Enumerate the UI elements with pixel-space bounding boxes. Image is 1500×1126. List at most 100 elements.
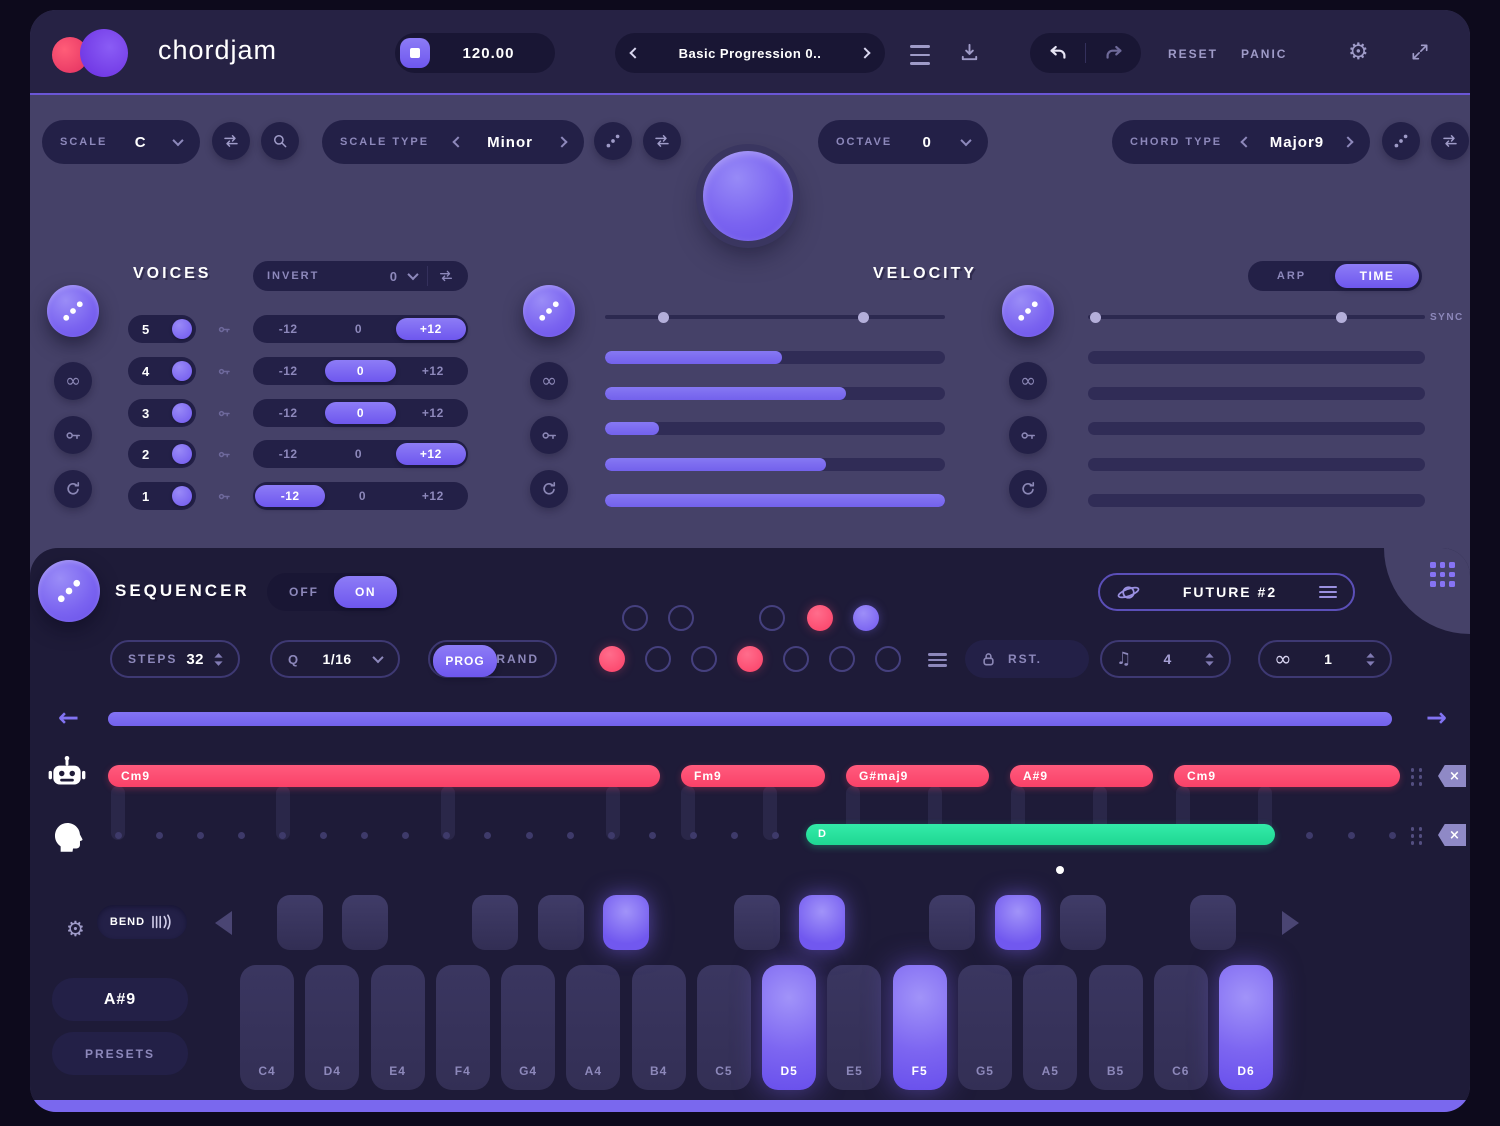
white-key-A5[interactable]: A5 bbox=[1023, 965, 1077, 1090]
octave-selector[interactable]: OCTAVE 0 bbox=[818, 120, 988, 164]
white-key-E4[interactable]: E4 bbox=[371, 965, 425, 1090]
chord-block-2[interactable]: Fm9 bbox=[681, 765, 825, 787]
menu-icon[interactable] bbox=[910, 42, 930, 68]
redo-icon[interactable] bbox=[1086, 42, 1141, 64]
white-key-D6[interactable]: D6 bbox=[1219, 965, 1273, 1090]
stepper-arrows-icon[interactable] bbox=[213, 652, 224, 667]
pattern-slot-row1-5[interactable] bbox=[853, 605, 879, 631]
white-key-B4[interactable]: B4 bbox=[632, 965, 686, 1090]
voice-5-link-icon[interactable] bbox=[214, 319, 234, 339]
black-key-D#5[interactable] bbox=[799, 895, 845, 950]
time-range-slider[interactable] bbox=[1088, 315, 1425, 319]
chord-type-next-icon[interactable] bbox=[1342, 136, 1353, 147]
white-key-F4[interactable]: F4 bbox=[436, 965, 490, 1090]
voice-2-toggle[interactable]: 2 bbox=[128, 440, 196, 468]
note-lane-drag-handle[interactable] bbox=[1410, 826, 1423, 846]
chevron-down-icon[interactable] bbox=[960, 135, 971, 146]
chord-type-dice-button[interactable] bbox=[1382, 122, 1420, 160]
voice-5-transpose-option[interactable]: +12 bbox=[396, 318, 466, 340]
time-option[interactable]: TIME bbox=[1335, 264, 1419, 288]
scale-swap-button[interactable] bbox=[212, 122, 250, 160]
stop-button[interactable] bbox=[400, 38, 430, 68]
reset-lock-button[interactable]: RST. bbox=[965, 640, 1089, 678]
time-bar-5[interactable] bbox=[1088, 494, 1425, 507]
voice-enabled-dot[interactable] bbox=[172, 403, 192, 423]
pattern-slot-row1-2[interactable] bbox=[668, 605, 694, 631]
scale-type-selector[interactable]: SCALE TYPE Minor bbox=[322, 120, 584, 164]
step-dot-7[interactable] bbox=[361, 832, 368, 839]
loop-count-stepper[interactable]: ∞ 1 bbox=[1258, 640, 1392, 678]
velocity-bar-2[interactable] bbox=[605, 387, 945, 400]
step-dot-14[interactable] bbox=[649, 832, 656, 839]
voice-4-transpose-option[interactable]: -12 bbox=[253, 357, 323, 385]
settings-gear-icon[interactable]: ⚙ bbox=[1348, 39, 1369, 65]
step-dot-31[interactable] bbox=[1348, 832, 1355, 839]
black-key-A#4[interactable] bbox=[603, 895, 649, 950]
voice-1-toggle[interactable]: 1 bbox=[128, 482, 196, 510]
chevron-down-icon[interactable] bbox=[172, 135, 183, 146]
main-chord-knob[interactable] bbox=[703, 151, 793, 241]
scale-type-prev-icon[interactable] bbox=[452, 136, 463, 147]
bend-button[interactable]: BEND bbox=[97, 905, 187, 939]
step-dot-8[interactable] bbox=[402, 832, 409, 839]
reset-button[interactable]: RESET bbox=[1168, 47, 1218, 61]
pattern-slot-row1-3[interactable] bbox=[759, 605, 785, 631]
voice-3-transpose-option[interactable]: 0 bbox=[325, 402, 395, 424]
rand-option[interactable]: RAND bbox=[496, 652, 539, 666]
black-key-F#4[interactable] bbox=[472, 895, 518, 950]
time-infinity-button[interactable]: ∞ bbox=[1009, 362, 1047, 400]
prog-option[interactable]: PROG bbox=[433, 645, 497, 677]
time-bar-4[interactable] bbox=[1088, 458, 1425, 471]
voice-1-transpose-option[interactable]: -12 bbox=[255, 485, 325, 507]
chord-block-1[interactable]: Cm9 bbox=[108, 765, 660, 787]
sequencer-on-off-toggle[interactable]: OFF ON bbox=[267, 573, 400, 611]
keyboard-settings-gear-icon[interactable]: ⚙ bbox=[66, 917, 85, 941]
page-left-arrow[interactable]: ← bbox=[58, 706, 79, 730]
voice-1-transpose-option[interactable]: +12 bbox=[398, 482, 468, 510]
prog-rand-toggle[interactable]: PROG RAND bbox=[428, 640, 557, 678]
arp-option[interactable]: ARP bbox=[1248, 270, 1335, 282]
step-dot-32[interactable] bbox=[1389, 832, 1396, 839]
pattern-slot-row2-3[interactable] bbox=[691, 646, 717, 672]
sequencer-progress-bar[interactable] bbox=[108, 712, 1392, 726]
black-key-C#6[interactable] bbox=[1190, 895, 1236, 950]
invert-control[interactable]: INVERT 0 bbox=[253, 261, 468, 291]
invert-swap-icon[interactable] bbox=[438, 268, 454, 284]
time-refresh-button[interactable] bbox=[1009, 470, 1047, 508]
step-dot-17[interactable] bbox=[772, 832, 779, 839]
voice-enabled-dot[interactable] bbox=[172, 486, 192, 506]
quantize-selector[interactable]: Q 1/16 bbox=[270, 640, 400, 678]
step-dot-2[interactable] bbox=[156, 832, 163, 839]
step-dot-11[interactable] bbox=[526, 832, 533, 839]
grid-keyboard-icon[interactable] bbox=[1430, 562, 1456, 588]
chord-block-3[interactable]: G#maj9 bbox=[846, 765, 989, 787]
time-range-handle-2[interactable] bbox=[1336, 312, 1347, 323]
step-dot-10[interactable] bbox=[484, 832, 491, 839]
black-key-G#5[interactable] bbox=[995, 895, 1041, 950]
voice-enabled-dot[interactable] bbox=[172, 361, 192, 381]
velocity-bar-4[interactable] bbox=[605, 458, 945, 471]
bpm-control[interactable]: 120.00 bbox=[395, 33, 555, 73]
sequencer-preset-menu-icon[interactable] bbox=[1319, 583, 1337, 601]
black-key-A#5[interactable] bbox=[1060, 895, 1106, 950]
pattern-menu-icon[interactable] bbox=[928, 650, 947, 670]
voice-2-link-icon[interactable] bbox=[214, 444, 234, 464]
white-key-D5[interactable]: D5 bbox=[762, 965, 816, 1090]
velocity-infinity-button[interactable]: ∞ bbox=[530, 362, 568, 400]
velocity-range-handle-1[interactable] bbox=[658, 312, 669, 323]
chord-type-prev-icon[interactable] bbox=[1240, 136, 1251, 147]
arp-time-toggle[interactable]: ARP TIME bbox=[1248, 261, 1422, 291]
bpm-value[interactable]: 120.00 bbox=[430, 45, 555, 62]
voice-1-transpose-option[interactable]: 0 bbox=[327, 482, 397, 510]
voice-5-toggle[interactable]: 5 bbox=[128, 315, 196, 343]
white-key-C5[interactable]: C5 bbox=[697, 965, 751, 1090]
pattern-slot-row2-4[interactable] bbox=[737, 646, 763, 672]
voice-3-transpose-option[interactable]: -12 bbox=[253, 399, 323, 427]
pattern-slot-row2-2[interactable] bbox=[645, 646, 671, 672]
download-icon[interactable] bbox=[958, 41, 981, 64]
step-dot-1[interactable] bbox=[115, 832, 122, 839]
time-bar-1[interactable] bbox=[1088, 351, 1425, 364]
voices-randomize-dice-button[interactable] bbox=[47, 285, 99, 337]
scale-search-icon[interactable] bbox=[261, 122, 299, 160]
voice-3-transpose-option[interactable]: +12 bbox=[398, 399, 468, 427]
